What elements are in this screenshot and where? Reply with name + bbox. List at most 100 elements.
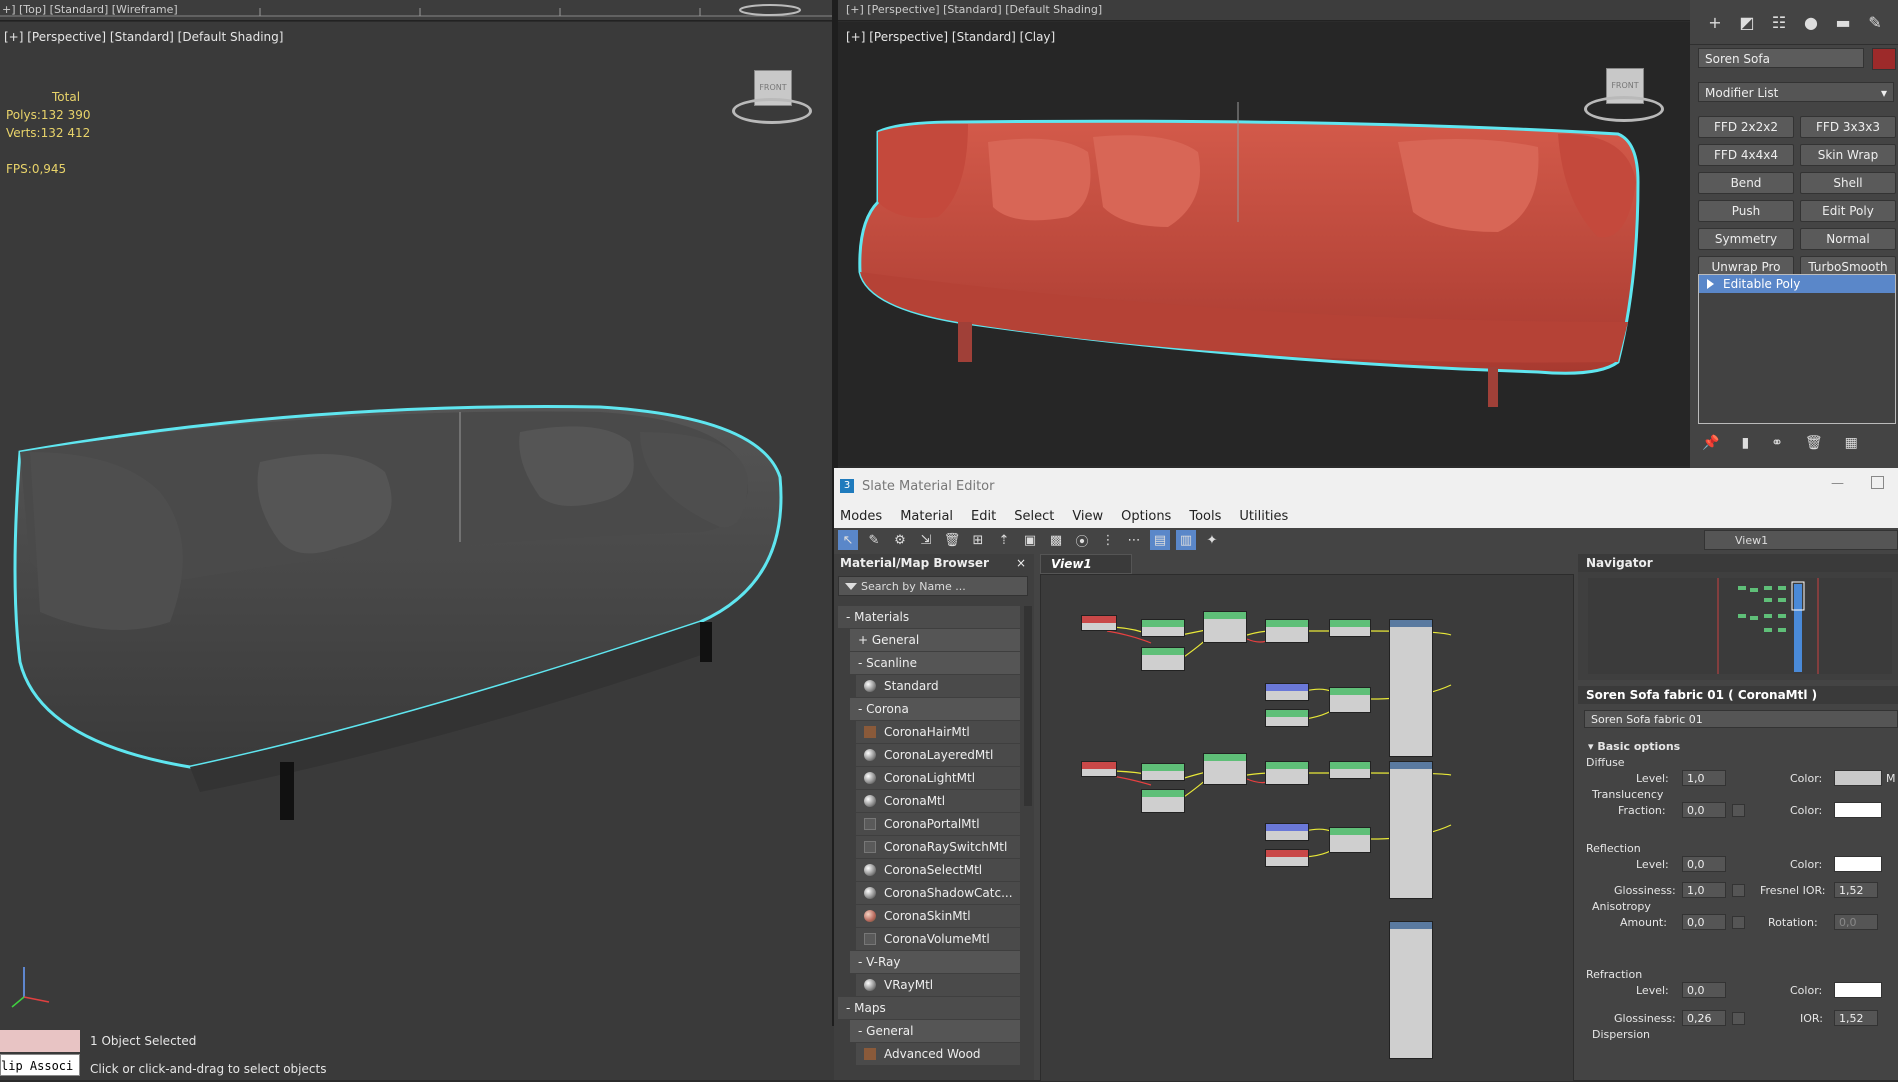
- modifier-button[interactable]: Shell: [1800, 172, 1896, 194]
- viewport-right[interactable]: [+] [Perspective] [Standard] [Clay] FRON…: [838, 22, 1690, 466]
- anisotropy-map-checkbox[interactable]: [1732, 916, 1745, 929]
- layout-all-icon[interactable]: ⊞: [968, 530, 988, 550]
- diffuse-map-button[interactable]: M: [1886, 772, 1896, 785]
- material-list-item[interactable]: CoronaHairMtl: [856, 721, 1020, 743]
- stack-item-editable-poly[interactable]: Editable Poly: [1699, 275, 1895, 293]
- search-options-icon[interactable]: [845, 583, 857, 590]
- fresnel-ior-spinner[interactable]: 1,52: [1834, 882, 1878, 898]
- sofa-red-image[interactable]: [838, 22, 1690, 466]
- refraction-glossiness-spinner[interactable]: 0,26: [1682, 1010, 1726, 1026]
- select-tool-icon[interactable]: ↖: [838, 530, 858, 550]
- modifier-button[interactable]: FFD 4x4x4: [1698, 144, 1794, 166]
- reflection-color-swatch[interactable]: [1834, 856, 1882, 872]
- graph-node[interactable]: [1203, 611, 1247, 643]
- menu-options[interactable]: Options: [1121, 509, 1171, 524]
- material-list-item[interactable]: CoronaShadowCatc...: [856, 882, 1020, 904]
- browser-group-row[interactable]: - Maps: [838, 997, 1020, 1019]
- refraction-level-spinner[interactable]: 0,0: [1682, 982, 1726, 998]
- layout-vertical-icon[interactable]: ⋮: [1098, 530, 1118, 550]
- menu-utilities[interactable]: Utilities: [1239, 509, 1288, 524]
- modifier-button[interactable]: Push: [1698, 200, 1794, 222]
- material-list-item[interactable]: CoronaVolumeMtl: [856, 928, 1020, 950]
- material-list-item[interactable]: CoronaSelectMtl: [856, 859, 1020, 881]
- make-unique-icon[interactable]: ⚭: [1771, 435, 1783, 451]
- object-color-swatch[interactable]: [1872, 48, 1896, 70]
- menu-modes[interactable]: Modes: [840, 509, 882, 524]
- put-to-scene-icon[interactable]: ⇲: [916, 530, 936, 550]
- navigator-view[interactable]: [1588, 578, 1892, 674]
- parameter-editor-icon[interactable]: ▥: [1176, 530, 1196, 550]
- glossiness-map-checkbox[interactable]: [1732, 884, 1745, 897]
- browser-group-row[interactable]: - General: [850, 1020, 1020, 1042]
- assign-material-icon[interactable]: ⚙: [890, 530, 910, 550]
- graph-node[interactable]: [1329, 687, 1371, 713]
- translucency-map-checkbox[interactable]: [1732, 804, 1745, 817]
- graph-node[interactable]: [1081, 761, 1117, 777]
- show-end-result-icon[interactable]: ▮: [1741, 435, 1749, 451]
- graph-node[interactable]: [1265, 709, 1309, 727]
- graph-node-material[interactable]: [1389, 921, 1433, 1059]
- select-by-material-icon[interactable]: ✦: [1202, 530, 1222, 550]
- browser-group-row[interactable]: - Scanline: [850, 652, 1020, 674]
- diffuse-level-spinner[interactable]: 1,0: [1682, 770, 1726, 786]
- delete-icon[interactable]: 🗑: [942, 530, 962, 550]
- utilities-icon[interactable]: ✎: [1864, 11, 1886, 33]
- selection-lock-box[interactable]: [0, 1030, 80, 1052]
- timeline-ruler[interactable]: [0, 0, 834, 20]
- hierarchy-icon[interactable]: ☷: [1768, 11, 1790, 33]
- graph-node[interactable]: [1265, 683, 1309, 701]
- browser-group-row[interactable]: - Materials: [838, 606, 1020, 628]
- show-map-icon[interactable]: ▣: [1020, 530, 1040, 550]
- show-background-icon[interactable]: ▩: [1046, 530, 1066, 550]
- maxscript-mini-listener[interactable]: lip Associ: [0, 1054, 80, 1076]
- graph-node-material[interactable]: [1389, 761, 1433, 899]
- material-list-item[interactable]: CoronaSkinMtl: [856, 905, 1020, 927]
- object-name-field[interactable]: Soren Sofa: [1698, 48, 1864, 68]
- viewport-left[interactable]: [+] [Perspective] [Standard] [Default Sh…: [0, 22, 832, 1026]
- material-browser-icon[interactable]: ▤: [1150, 530, 1170, 550]
- layout-horizontal-icon[interactable]: ⋯: [1124, 530, 1144, 550]
- graph-node-material[interactable]: [1389, 619, 1433, 757]
- basic-options-rollout[interactable]: ▾ Basic options: [1588, 740, 1680, 753]
- graph-node[interactable]: [1265, 761, 1309, 785]
- material-list-item[interactable]: CoronaLayeredMtl: [856, 744, 1020, 766]
- view-tab[interactable]: View1: [1040, 554, 1132, 574]
- configure-sets-icon[interactable]: ▦: [1845, 435, 1858, 451]
- graph-node[interactable]: [1141, 647, 1185, 671]
- material-list-item[interactable]: CoronaPortalMtl: [856, 813, 1020, 835]
- graph-node[interactable]: [1203, 753, 1247, 785]
- graph-node[interactable]: [1265, 849, 1309, 867]
- graph-node[interactable]: [1081, 615, 1117, 631]
- eyedropper-icon[interactable]: ✎: [864, 530, 884, 550]
- material-name-field[interactable]: Soren Sofa fabric 01: [1584, 710, 1898, 728]
- modify-icon[interactable]: ◩: [1736, 11, 1758, 33]
- move-children-icon[interactable]: ⇡: [994, 530, 1014, 550]
- browser-group-row[interactable]: - Corona: [850, 698, 1020, 720]
- browser-group-row[interactable]: + General: [850, 629, 1020, 651]
- sofa-gray-image[interactable]: [0, 22, 832, 1026]
- modifier-button[interactable]: FFD 3x3x3: [1800, 116, 1896, 138]
- modifier-button[interactable]: Symmetry: [1698, 228, 1794, 250]
- create-icon[interactable]: +: [1704, 11, 1726, 33]
- reflection-glossiness-spinner[interactable]: 1,0: [1682, 882, 1726, 898]
- material-list-item[interactable]: CoronaRaySwitchMtl: [856, 836, 1020, 858]
- maximize-icon[interactable]: [1871, 476, 1884, 489]
- browser-search-input[interactable]: Search by Name ...: [838, 576, 1028, 596]
- diffuse-color-swatch[interactable]: [1834, 770, 1882, 786]
- display-icon[interactable]: ▬: [1832, 11, 1854, 33]
- node-graph-view[interactable]: [1040, 574, 1574, 1082]
- reflection-level-spinner[interactable]: 0,0: [1682, 856, 1726, 872]
- browser-group-row[interactable]: - V-Ray: [850, 951, 1020, 973]
- graph-node[interactable]: [1141, 619, 1185, 637]
- remove-modifier-icon[interactable]: 🗑: [1805, 435, 1823, 451]
- menu-view[interactable]: View: [1072, 509, 1103, 524]
- menu-tools[interactable]: Tools: [1189, 509, 1221, 524]
- modifier-button[interactable]: Normal: [1800, 228, 1896, 250]
- modifier-button[interactable]: Bend: [1698, 172, 1794, 194]
- ior-spinner[interactable]: 1,52: [1834, 1010, 1878, 1026]
- modifier-list-dropdown[interactable]: Modifier List ▾: [1698, 82, 1894, 102]
- anisotropy-rotation-spinner[interactable]: 0,0: [1834, 914, 1878, 930]
- graph-node[interactable]: [1329, 619, 1371, 637]
- graph-node[interactable]: [1329, 827, 1371, 853]
- menu-select[interactable]: Select: [1014, 509, 1054, 524]
